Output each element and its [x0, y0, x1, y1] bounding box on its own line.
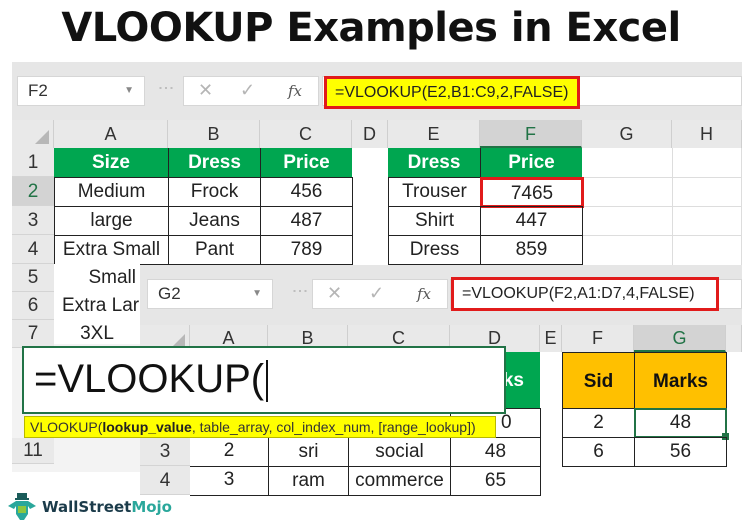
column-header-c[interactable]: C [260, 120, 352, 148]
size-cell[interactable]: Extra Lar [54, 292, 140, 321]
cell-editor[interactable]: =VLOOKUP( [22, 346, 506, 414]
column-header-f[interactable]: F [562, 325, 634, 352]
size-cell[interactable]: 3XL [54, 320, 140, 344]
text-cursor [266, 360, 269, 403]
table2-cell[interactable]: Trouser [388, 177, 481, 207]
column-header-e[interactable]: E [540, 325, 562, 352]
function-tooltip: VLOOKUP(lookup_value, table_array, col_i… [24, 416, 496, 438]
row-header-2[interactable]: 2 [12, 177, 54, 206]
insert-function-icon[interactable]: fx [288, 82, 302, 100]
chevron-down-icon[interactable]: ▼ [252, 280, 262, 308]
table1-cell[interactable]: Extra Small [54, 235, 169, 265]
tooltip-args: , table_array, col_index_num, [range_loo… [191, 419, 476, 435]
drag-handle-icon[interactable]: ⋮ [290, 283, 309, 297]
table2-cell[interactable]: Dress [388, 235, 481, 265]
sheet-2-function-buttons: ✕ ✓ fx [312, 279, 448, 309]
table2-header-dress[interactable]: Dress [388, 148, 480, 177]
select-all-corner[interactable] [12, 120, 54, 148]
table3-cell[interactable]: social [348, 437, 451, 467]
column-header-h[interactable]: H [672, 120, 742, 148]
table1-cell[interactable]: large [54, 206, 169, 236]
name-box-value: F2 [28, 81, 48, 100]
table1-cell[interactable]: Medium [54, 177, 169, 207]
grid-line [582, 235, 742, 236]
table1-header-size[interactable]: Size [54, 148, 168, 177]
table1-cell[interactable]: Frock [168, 177, 261, 207]
name-box-value: G2 [158, 284, 181, 303]
grid-line [582, 177, 742, 178]
row-header-4[interactable]: 4 [140, 466, 190, 495]
page-title: VLOOKUP Examples in Excel [61, 5, 681, 51]
lookup-cell[interactable]: 6 [562, 437, 635, 467]
column-header-d[interactable]: D [352, 120, 388, 148]
chevron-down-icon[interactable]: ▼ [124, 77, 134, 105]
tooltip-function-name[interactable]: VLOOKUP( [30, 419, 102, 435]
row-header-5[interactable]: 5 [12, 264, 54, 292]
lookup-header-marks[interactable]: Marks [634, 352, 727, 409]
row-header-11[interactable]: 11 [12, 438, 54, 464]
insert-function-icon[interactable]: fx [417, 285, 431, 303]
table2-header-price[interactable]: Price [480, 148, 582, 177]
cancel-icon[interactable]: ✕ [198, 80, 213, 101]
table3-cell[interactable]: 48 [450, 437, 541, 467]
enter-icon[interactable]: ✓ [369, 283, 384, 304]
table3-cell[interactable]: commerce [348, 466, 451, 496]
wallstreetmojo-logo-icon [8, 493, 36, 520]
column-header-g[interactable]: G [634, 325, 726, 352]
sheet-1-function-buttons: ✕ ✓ fx [183, 76, 319, 106]
table1-cell[interactable]: 789 [260, 235, 353, 265]
row-header-3[interactable]: 3 [140, 437, 190, 466]
table1-cell[interactable]: 487 [260, 206, 353, 236]
column-header-g[interactable]: G [582, 120, 672, 148]
enter-icon[interactable]: ✓ [240, 80, 255, 101]
column-header-h[interactable] [726, 325, 742, 352]
table3-cell[interactable]: 65 [450, 466, 541, 496]
sheet-1-formula[interactable]: =VLOOKUP(E2,B1:C9,2,FALSE) [324, 76, 580, 109]
table1-cell[interactable]: Jeans [168, 206, 261, 236]
brand-logo: WallStreetMojo [6, 492, 172, 522]
sheet-2-formula[interactable]: =VLOOKUP(F2,A1:D7,4,FALSE) [451, 277, 719, 311]
row-header-7[interactable]: 7 [12, 320, 54, 348]
lookup-cell[interactable]: 56 [634, 437, 727, 467]
column-header-b[interactable]: B [168, 120, 260, 148]
table3-cell[interactable]: 2 [190, 437, 269, 467]
table2-cell[interactable]: 859 [480, 235, 583, 265]
table1-header-price[interactable]: Price [260, 148, 352, 177]
sheet-1-name-box[interactable]: F2 ▼ [17, 76, 145, 106]
row-header-3[interactable]: 3 [12, 206, 54, 235]
tooltip-current-arg[interactable]: lookup_value [102, 419, 191, 435]
cancel-icon[interactable]: ✕ [327, 283, 342, 304]
column-header-e[interactable]: E [388, 120, 480, 148]
table1-header-dress[interactable]: Dress [168, 148, 260, 177]
table3-cell[interactable]: ram [268, 466, 349, 496]
row-header-1[interactable]: 1 [12, 148, 54, 177]
lookup-cell-selected[interactable]: 48 [634, 408, 727, 438]
size-cell[interactable]: Small [54, 264, 140, 293]
row-header-6[interactable]: 6 [12, 292, 54, 320]
table1-cell[interactable]: 456 [260, 177, 353, 207]
table2-cell-selected[interactable]: 7465 [480, 177, 584, 208]
brand-name-part2: Mojo [131, 498, 172, 516]
brand-name-part1: WallStreet [42, 498, 132, 516]
row-header-4[interactable]: 4 [12, 235, 54, 264]
lookup-cell[interactable]: 2 [562, 408, 635, 438]
table3-cell[interactable]: 3 [190, 466, 269, 496]
drag-handle-icon[interactable]: ⋮ [156, 80, 175, 94]
lookup-header-sid[interactable]: Sid [562, 352, 635, 409]
cell-editor-text: =VLOOKUP( [34, 357, 265, 401]
table2-cell[interactable]: Shirt [388, 206, 481, 236]
table1-cell[interactable]: Pant [168, 235, 261, 265]
grid-line [582, 206, 742, 207]
column-header-f[interactable]: F [480, 120, 582, 148]
column-header-a[interactable]: A [54, 120, 168, 148]
sheet-2-name-box[interactable]: G2 ▼ [147, 279, 273, 309]
table3-cell[interactable]: sri [268, 437, 349, 467]
table2-cell[interactable]: 447 [480, 206, 583, 236]
